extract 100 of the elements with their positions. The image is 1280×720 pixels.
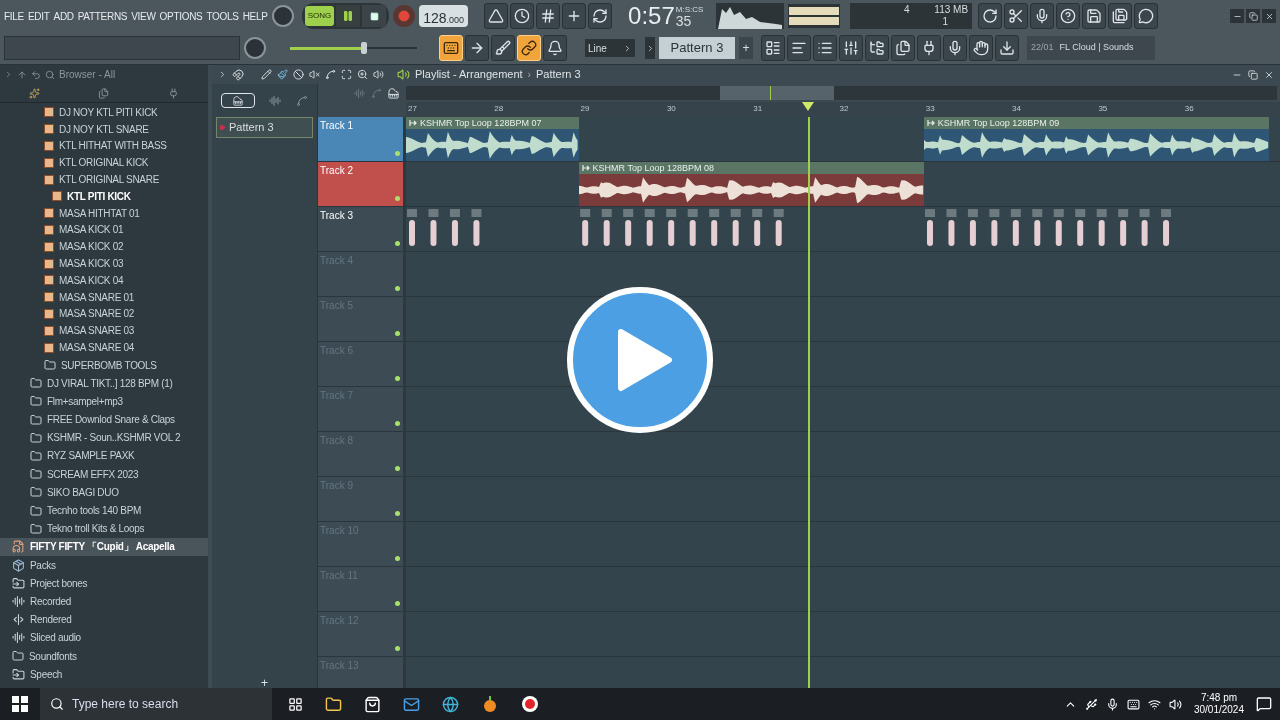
track-lane[interactable] <box>406 477 1280 521</box>
browser-item[interactable]: MASA SNARE 02 <box>0 305 208 323</box>
browser-item[interactable]: SUPERBOMB TOOLS <box>0 355 208 375</box>
track-header[interactable]: Track 1 <box>318 117 403 161</box>
select-icon[interactable] <box>341 69 352 80</box>
browser-item[interactable]: Soundfonts <box>0 646 208 666</box>
browser-item[interactable]: Packs <box>0 556 208 575</box>
audio-clip[interactable]: KSHMR Top Loop 128BPM 09 <box>923 117 1269 161</box>
toolbar-button[interactable] <box>543 35 567 61</box>
close-icon[interactable] <box>1264 69 1274 80</box>
fruit-icon[interactable] <box>481 695 499 713</box>
toolbar-button[interactable] <box>1108 3 1133 29</box>
toolbar-button[interactable] <box>491 35 515 61</box>
pattern-tab[interactable] <box>221 93 256 108</box>
browser-item[interactable]: KSHMR - Soun..KSHMR VOL 2 <box>0 428 208 447</box>
slip-icon[interactable] <box>325 69 336 80</box>
minimize-button[interactable] <box>1230 9 1244 23</box>
track-lane[interactable] <box>406 252 1280 296</box>
toolbar-button[interactable] <box>1004 3 1029 29</box>
toolbar-button[interactable] <box>865 35 889 61</box>
piano-icon[interactable] <box>388 87 399 99</box>
toolbar-button[interactable] <box>978 3 1003 29</box>
arrow-up-icon[interactable] <box>17 69 27 80</box>
microphone-icon[interactable] <box>1105 697 1119 711</box>
menu-item[interactable]: FILE <box>4 8 24 24</box>
menu-item[interactable]: TOOLS <box>206 8 239 24</box>
knob[interactable] <box>244 37 266 59</box>
menu-item[interactable]: HELP <box>242 8 268 24</box>
clock-date[interactable]: 30/01/2024 <box>1193 704 1244 716</box>
menu-item[interactable]: EDIT <box>27 8 50 24</box>
wifi-icon[interactable] <box>1147 697 1161 711</box>
playhead-marker[interactable] <box>802 102 815 111</box>
toolbar-button[interactable] <box>1082 3 1107 29</box>
tempo-display[interactable]: 128.000 <box>419 5 469 27</box>
fl-cloud-panel[interactable]: 22/01 FL Cloud | Sounds <box>1027 36 1155 60</box>
restore-button[interactable] <box>1246 9 1260 23</box>
ban-icon[interactable] <box>293 69 304 80</box>
browser-item[interactable]: Flm+sampel+mp3 <box>0 392 208 411</box>
mail-icon[interactable] <box>403 695 420 713</box>
browser-item[interactable]: MASA KICK 03 <box>0 255 208 272</box>
toolbar-button[interactable] <box>969 35 993 61</box>
toolbar-button[interactable] <box>891 35 915 61</box>
chevron-icon[interactable] <box>218 70 227 79</box>
windows-logo-icon[interactable] <box>12 696 28 712</box>
browser-item[interactable]: MASA HITHTAT 01 <box>0 204 208 222</box>
browser-item[interactable]: DJ VIRAL TIKT..] 128 BPM (1) <box>0 374 208 393</box>
paintbrush-icon[interactable] <box>277 69 288 80</box>
search-icon[interactable] <box>45 69 55 80</box>
browser-item[interactable]: Sliced audio <box>0 628 208 647</box>
store-icon[interactable] <box>364 695 381 713</box>
browser-item[interactable]: MASA KICK 04 <box>0 271 208 289</box>
zoom-icon[interactable] <box>357 69 368 80</box>
browser-item[interactable]: Recorded <box>0 592 208 611</box>
search-field[interactable]: Type here to search <box>40 688 272 720</box>
add-button[interactable]: + <box>212 674 317 688</box>
browser-item[interactable]: Speech <box>0 665 208 684</box>
usb-icon[interactable] <box>1084 697 1098 711</box>
track-lane[interactable] <box>406 522 1280 566</box>
toolbar-button[interactable] <box>510 3 535 29</box>
toolbar-button[interactable] <box>588 3 613 29</box>
browser-item[interactable]: RYZ SAMPLE PAXK <box>0 446 208 466</box>
timeline-ruler[interactable]: 27 28 29 30 31 32 33 34 35 36 <box>406 102 1280 117</box>
track-lane[interactable] <box>406 657 1280 688</box>
audio-clip[interactable]: KSHMR Top Loop 128BPM 08 <box>578 162 924 206</box>
audio-clip[interactable]: KSHMR Top Loop 128BPM 07 <box>406 117 579 161</box>
track-header[interactable]: Track 2 <box>318 162 403 206</box>
menu-item[interactable]: OPTIONS <box>159 8 203 24</box>
add-pattern-button[interactable]: + <box>739 37 753 59</box>
browser-item[interactable]: SIKO BAGI DUO <box>0 483 208 502</box>
menu-item[interactable]: PATTERNS <box>77 8 128 24</box>
toolbar-button[interactable] <box>562 3 587 29</box>
menu-item[interactable]: ADD <box>53 8 74 24</box>
magnet-icon[interactable] <box>232 68 244 81</box>
browser-item[interactable]: DJ NOY KTL SNARE <box>0 120 208 138</box>
browser-item[interactable]: FIFTY FIFTY 「Cupid」 Acapella <box>0 537 208 556</box>
browser-item[interactable]: SCREAM EFFX 2023 <box>0 465 208 484</box>
toolbar-button[interactable] <box>484 3 509 29</box>
toolbar-button[interactable] <box>761 35 785 61</box>
song-mode-button[interactable]: SONG <box>304 6 335 26</box>
chevron-icon[interactable] <box>4 70 13 79</box>
toolbar-button[interactable] <box>787 35 811 61</box>
toolbar-button[interactable] <box>917 35 941 61</box>
track-lane[interactable]: KSHMR Top Loop 128BPM 07 KSHMR Top Loop 128BPM 09 <box>406 117 1280 161</box>
pattern-selector[interactable]: Pattern 3 <box>659 37 735 59</box>
pencil-icon[interactable] <box>261 69 272 80</box>
files-icon[interactable] <box>98 87 110 99</box>
pattern-item[interactable]: Pattern 3 <box>216 117 313 138</box>
browser-item[interactable]: KTL ORIGINAL KICK <box>0 154 208 172</box>
toolbar-button[interactable] <box>1030 3 1055 29</box>
notification-icon[interactable] <box>1256 696 1272 712</box>
toolbar-button[interactable] <box>1134 3 1159 29</box>
toolbar-button[interactable] <box>536 3 561 29</box>
toolbar-button[interactable] <box>1056 3 1081 29</box>
toolbar-button[interactable] <box>839 35 863 61</box>
toolbar-button[interactable] <box>813 35 837 61</box>
browser-item[interactable]: MASA SNARE 01 <box>0 288 208 306</box>
restore-icon[interactable] <box>1248 69 1258 80</box>
task-view-icon[interactable] <box>288 696 303 712</box>
sparkle-icon[interactable] <box>29 87 41 99</box>
browser-item[interactable]: MASA SNARE 03 <box>0 322 208 340</box>
